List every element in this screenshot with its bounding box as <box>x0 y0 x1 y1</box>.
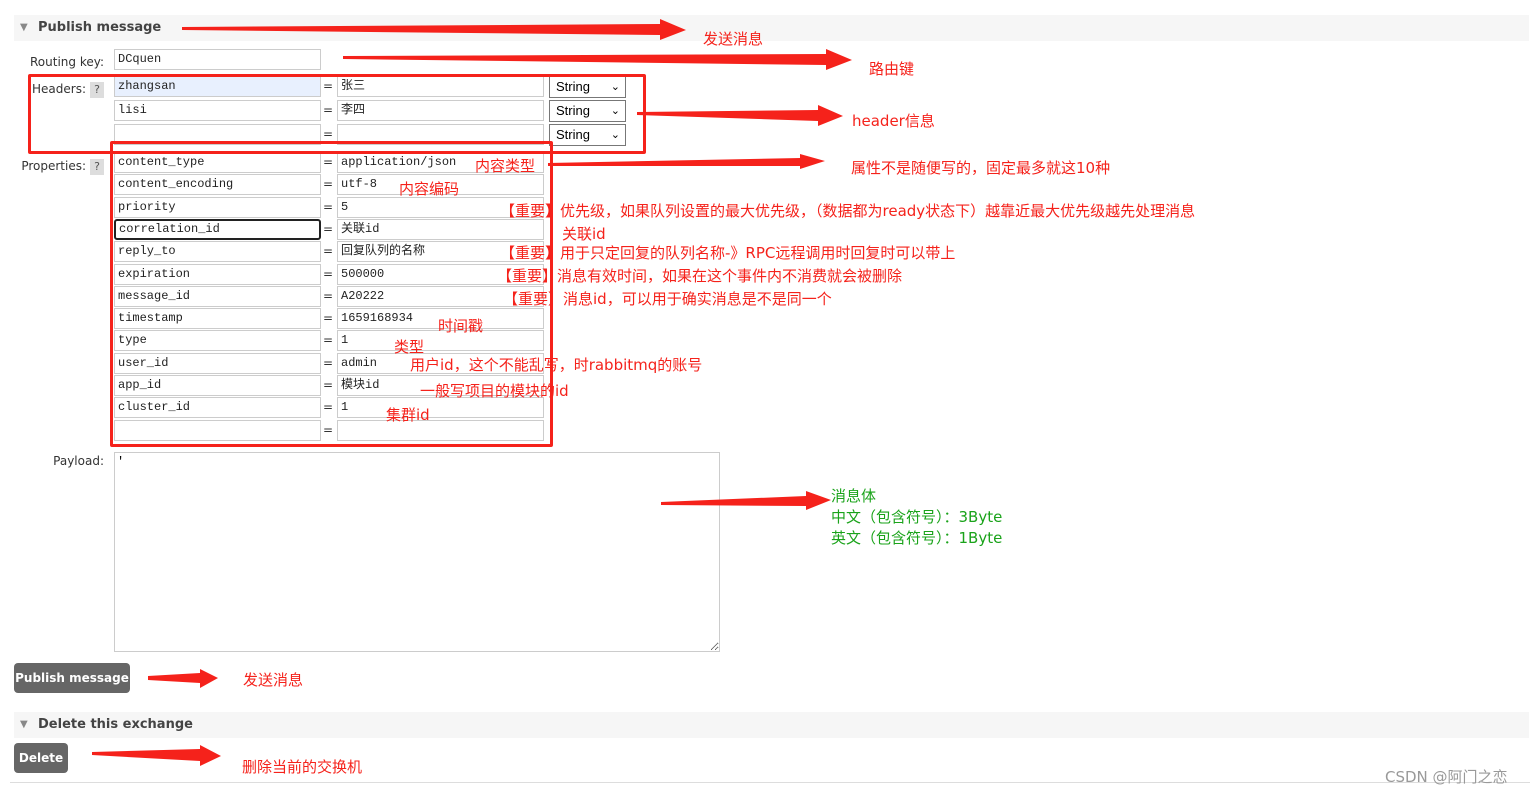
annotation-delete-button: 删除当前的交换机 <box>242 758 363 776</box>
annotation-headers: header信息 <box>852 112 935 130</box>
annotation-correlation-id: 关联id <box>562 225 606 243</box>
annotation-message-id: 【重要】消息id，可以用于确实消息是不是同一个 <box>503 290 832 308</box>
annotation-routing-key: 路由键 <box>869 60 915 78</box>
watermark: CSDN @阿门之恋 <box>1385 768 1508 786</box>
annotation-properties: 属性不是随便写的，固定最多就这10种 <box>851 159 1111 177</box>
arrow-icon <box>148 669 218 688</box>
annotation-app-id: 一般写项目的模块的id <box>420 382 569 400</box>
annotation-priority: 【重要】优先级，如果队列设置的最大优先级，（数据都为ready状态下）越靠近最大… <box>500 202 1196 220</box>
annotation-cluster-id: 集群id <box>386 406 430 424</box>
annotation-expiration: 【重要】消息有效时间，如果在这个事件内不消费就会被删除 <box>497 267 903 285</box>
arrow-icon <box>637 105 843 126</box>
arrow-icon <box>92 745 221 766</box>
annotation-user-id: 用户id，这个不能乱写，时rabbitmq的账号 <box>410 356 703 374</box>
annotation-payload-2: 中文（包含符号）：3Byte <box>831 508 1003 526</box>
arrow-icon <box>343 49 852 70</box>
annotation-timestamp: 时间戳 <box>438 317 484 335</box>
arrow-icon <box>661 491 831 510</box>
annotation-publish-title: 发送消息 <box>703 30 764 48</box>
annotation-content-type: 内容类型 <box>475 157 536 175</box>
annotation-payload-3: 英文（包含符号）：1Byte <box>831 529 1003 547</box>
arrow-icon <box>548 154 825 169</box>
annotation-arrows <box>92 19 852 766</box>
annotation-reply-to: 【重要】用于只定回复的队列名称-》RPC远程调用时回复时可以带上 <box>500 244 956 262</box>
annotation-content-encoding: 内容编码 <box>399 180 460 198</box>
annotation-payload-1: 消息体 <box>831 487 877 505</box>
annotation-publish-button: 发送消息 <box>243 671 304 689</box>
arrow-icon <box>182 19 686 40</box>
